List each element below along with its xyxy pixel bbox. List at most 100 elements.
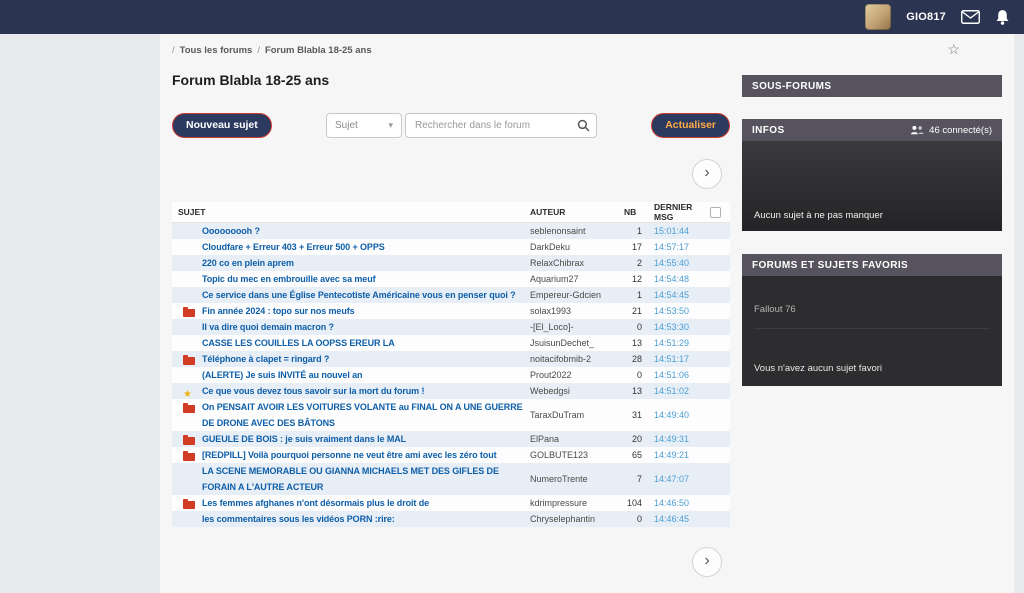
- topic-link[interactable]: Les femmes afghanes n'ont désormais plus…: [202, 498, 429, 508]
- topic-link[interactable]: [REDPILL] Voilà pourquoi personne ne veu…: [202, 450, 497, 460]
- last-message-link[interactable]: 14:47:07: [654, 474, 689, 484]
- topic-link[interactable]: Fin année 2024 : topo sur nos meufs: [202, 306, 355, 316]
- users-icon: [910, 125, 924, 135]
- last-message-link[interactable]: 14:51:06: [654, 370, 689, 380]
- favorite-star-icon[interactable]: ☆: [947, 42, 960, 56]
- breadcrumb: / Tous les forums / Forum Blabla 18-25 a…: [172, 45, 372, 56]
- topic-author[interactable]: NumeroTrente: [530, 474, 588, 484]
- topic-author[interactable]: GOLBUTE123: [530, 450, 588, 460]
- search-input[interactable]: [405, 113, 597, 138]
- topic-author[interactable]: -[El_Loco]-: [530, 322, 574, 332]
- table-row: Il va dire quoi demain macron ? -[El_Loc…: [172, 319, 730, 335]
- table-row: GUEULE DE BOIS : je suis vraiment dans l…: [172, 431, 730, 447]
- topic-author[interactable]: kdrimpressure: [530, 498, 587, 508]
- last-message-link[interactable]: 14:53:30: [654, 322, 689, 332]
- breadcrumb-item-forums[interactable]: Tous les forums: [180, 45, 253, 56]
- topic-link[interactable]: Ce que vous devez tous savoir sur la mor…: [202, 386, 424, 396]
- topic-author[interactable]: Aquarium27: [530, 274, 579, 284]
- topic-author[interactable]: Empereur-Gdcien: [530, 290, 601, 300]
- topic-link[interactable]: On PENSAIT AVOIR LES VOITURES VOLANTE au…: [202, 402, 523, 428]
- connected-label: 46 connecté(s): [929, 125, 992, 136]
- topic-author[interactable]: Webedgsi: [530, 386, 570, 396]
- search-group: Sujet ▾: [326, 113, 597, 138]
- forum-toolbar: Nouveau sujet Sujet ▾ Actualiser: [172, 112, 730, 138]
- topic-author[interactable]: solax1993: [530, 306, 571, 316]
- topic-link[interactable]: LA SCENE MEMORABLE OU GIANNA MICHAELS ME…: [202, 466, 499, 492]
- folder-icon: [183, 309, 195, 317]
- header-count: NB: [624, 202, 654, 223]
- topic-author[interactable]: Chryselephantin: [530, 514, 595, 524]
- topic-author[interactable]: seblenonsaint: [530, 226, 586, 236]
- last-message-link[interactable]: 14:49:40: [654, 410, 689, 420]
- last-message-link[interactable]: 14:53:50: [654, 306, 689, 316]
- new-topic-button[interactable]: Nouveau sujet: [172, 113, 272, 138]
- favorite-forum-link[interactable]: Fallout 76: [754, 304, 990, 329]
- favorites-title: FORUMS ET SUJETS FAVORIS: [752, 260, 908, 271]
- avatar[interactable]: [865, 4, 891, 30]
- mail-icon[interactable]: [961, 10, 980, 24]
- topic-count: 20: [624, 431, 654, 447]
- table-row: (ALERTE) Je suis INVITÉ au nouvel an Pro…: [172, 367, 730, 383]
- breadcrumb-item-current[interactable]: Forum Blabla 18-25 ans: [265, 45, 372, 56]
- table-row: Topic du mec en embrouille avec sa meuf …: [172, 271, 730, 287]
- pagination-next-button[interactable]: ›: [692, 547, 722, 577]
- topic-count: 13: [624, 335, 654, 351]
- topic-filter-select[interactable]: Sujet ▾: [326, 113, 402, 138]
- topic-author[interactable]: JsuisunDechet_: [530, 338, 594, 348]
- table-row: LA SCENE MEMORABLE OU GIANNA MICHAELS ME…: [172, 463, 730, 495]
- topic-link[interactable]: Ce service dans une Église Pentecotiste …: [202, 290, 516, 300]
- topic-count: 28: [624, 351, 654, 367]
- table-row: 220 co en plein aprem RelaxChibrax 2 14:…: [172, 255, 730, 271]
- last-message-link[interactable]: 14:51:29: [654, 338, 689, 348]
- refresh-button[interactable]: Actualiser: [651, 113, 730, 138]
- topic-link[interactable]: Il va dire quoi demain macron ?: [202, 322, 334, 332]
- topic-author[interactable]: DarkDeku: [530, 242, 570, 252]
- topic-link[interactable]: (ALERTE) Je suis INVITÉ au nouvel an: [202, 370, 362, 380]
- last-message-link[interactable]: 15:01:44: [654, 226, 689, 236]
- topic-table: SUJET AUTEUR NB DERNIER MSG Ooooooooh ? …: [172, 202, 730, 527]
- table-row: On PENSAIT AVOIR LES VOITURES VOLANTE au…: [172, 399, 730, 431]
- last-message-link[interactable]: 14:51:02: [654, 386, 689, 396]
- infos-box: Aucun sujet à ne pas manquer: [742, 141, 1002, 231]
- last-message-link[interactable]: 14:55:40: [654, 258, 689, 268]
- folder-icon: [183, 357, 195, 365]
- topic-author[interactable]: ElPana: [530, 434, 559, 444]
- last-message-link[interactable]: 14:57:17: [654, 242, 689, 252]
- topic-link[interactable]: Cloudfare + Erreur 403 + Erreur 500 + OP…: [202, 242, 385, 252]
- last-message-link[interactable]: 14:51:17: [654, 354, 689, 364]
- last-message-link[interactable]: 14:46:50: [654, 498, 689, 508]
- search-icon[interactable]: [577, 119, 590, 132]
- topic-count: 1: [624, 287, 654, 303]
- topic-link[interactable]: les commentaires sous les vidéos PORN :r…: [202, 514, 395, 524]
- folder-icon: [183, 501, 195, 509]
- topic-author[interactable]: RelaxChibrax: [530, 258, 584, 268]
- pagination-next-button[interactable]: ›: [692, 159, 722, 189]
- topic-link[interactable]: CASSE LES COUILLES LA OOPSS EREUR LA: [202, 338, 395, 348]
- topic-count: 104: [624, 495, 654, 511]
- notifications-icon[interactable]: [995, 9, 1010, 25]
- topic-author[interactable]: noitacifobmib-2: [530, 354, 591, 364]
- infos-notice: Aucun sujet à ne pas manquer: [754, 210, 990, 221]
- topic-link[interactable]: Topic du mec en embrouille avec sa meuf: [202, 274, 376, 284]
- topic-author[interactable]: TaraxDuTram: [530, 410, 584, 420]
- select-all-checkbox[interactable]: [710, 207, 721, 218]
- last-message-link[interactable]: 14:54:48: [654, 274, 689, 284]
- topic-count: 13: [624, 383, 654, 399]
- last-message-link[interactable]: 14:49:21: [654, 450, 689, 460]
- last-message-link[interactable]: 14:54:45: [654, 290, 689, 300]
- topic-count: 31: [624, 399, 654, 431]
- table-row: les commentaires sous les vidéos PORN :r…: [172, 511, 730, 527]
- topic-count: 0: [624, 319, 654, 335]
- topic-link[interactable]: Téléphone à clapet = ringard ?: [202, 354, 329, 364]
- page-title: Forum Blabla 18-25 ans: [172, 72, 329, 88]
- topic-author[interactable]: Prout2022: [530, 370, 572, 380]
- topic-link[interactable]: GUEULE DE BOIS : je suis vraiment dans l…: [202, 434, 406, 444]
- topic-link[interactable]: 220 co en plein aprem: [202, 258, 294, 268]
- last-message-link[interactable]: 14:49:31: [654, 434, 689, 444]
- chevron-down-icon: ▾: [388, 120, 393, 131]
- last-message-link[interactable]: 14:46:45: [654, 514, 689, 524]
- topic-link[interactable]: Ooooooooh ?: [202, 226, 260, 236]
- favorites-header: FORUMS ET SUJETS FAVORIS: [742, 254, 1002, 276]
- favorites-box: Fallout 76 Vous n'avez aucun sujet favor…: [742, 276, 1002, 386]
- username[interactable]: GIO817: [906, 11, 946, 23]
